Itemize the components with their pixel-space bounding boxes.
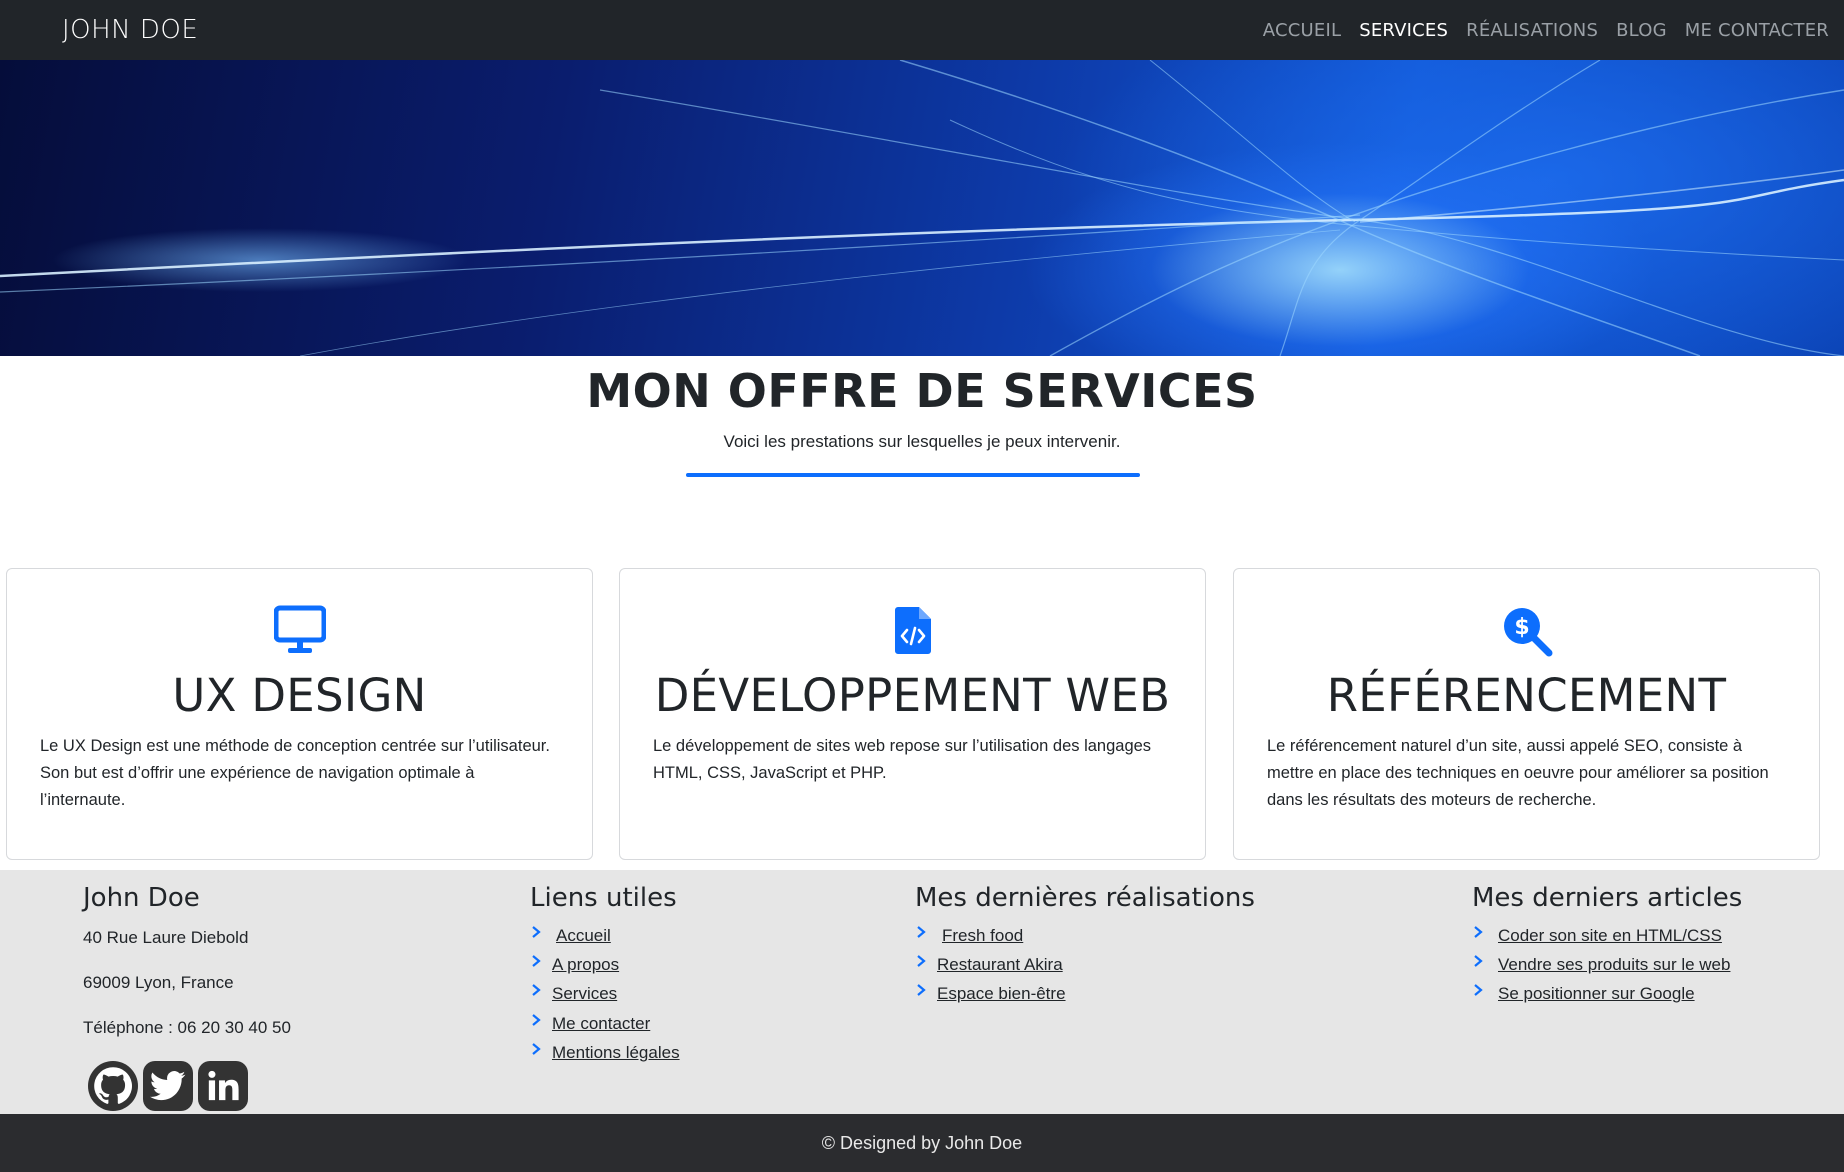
hero-banner bbox=[0, 60, 1844, 356]
chevron-right-icon bbox=[915, 984, 937, 1004]
footer-link-accueil[interactable]: Accueil bbox=[556, 926, 611, 946]
footer-realisations: Mes dernières réalisations Fresh food Re… bbox=[915, 870, 1255, 1009]
footer-link-restaurant-akira[interactable]: Restaurant Akira bbox=[937, 955, 1063, 975]
nav-item-blog[interactable]: BLOG bbox=[1607, 20, 1676, 41]
social-links bbox=[88, 1061, 248, 1111]
list-item: A propos bbox=[530, 950, 680, 979]
service-card-title: DÉVELOPPEMENT WEB bbox=[654, 669, 1171, 722]
footer-link-a-propos[interactable]: A propos bbox=[552, 955, 619, 975]
footer-address-street: 40 Rue Laure Diebold bbox=[83, 928, 249, 947]
hero-light-streaks bbox=[0, 60, 1844, 356]
github-icon[interactable] bbox=[88, 1061, 138, 1111]
chevron-right-icon bbox=[1472, 984, 1494, 1004]
service-card-text: Le référencement naturel d’un site, auss… bbox=[1267, 737, 1769, 809]
footer-links-list: Accueil A propos Services Me contacter M… bbox=[530, 921, 680, 1068]
footer: John Doe 40 Rue Laure Diebold 69009 Lyon… bbox=[0, 870, 1844, 1114]
nav-item-services[interactable]: SERVICES bbox=[1350, 20, 1457, 41]
footer-realisations-title: Mes dernières réalisations bbox=[915, 883, 1255, 913]
nav-item-accueil[interactable]: ACCUEIL bbox=[1254, 20, 1350, 41]
footer-link-coder-site[interactable]: Coder son site en HTML/CSS bbox=[1498, 926, 1722, 946]
brand-logo[interactable]: JOHN DOE bbox=[62, 15, 198, 45]
chevron-right-icon bbox=[1472, 955, 1494, 975]
copyright-bar: © Designed by John Doe bbox=[0, 1114, 1844, 1172]
nav-item-contact[interactable]: ME CONTACTER bbox=[1676, 20, 1838, 41]
footer-realisations-list: Fresh food Restaurant Akira Espace bien-… bbox=[915, 921, 1255, 1009]
page-title: MON OFFRE DE SERVICES bbox=[586, 364, 1258, 418]
service-card-text: Le UX Design est une méthode de concepti… bbox=[40, 737, 550, 809]
service-card-referencement: $ RÉFÉRENCEMENT Le référencement naturel… bbox=[1233, 568, 1820, 860]
chevron-right-icon bbox=[915, 955, 937, 975]
footer-address-city: 69009 Lyon, France bbox=[83, 973, 234, 992]
footer-contact: John Doe 40 Rue Laure Diebold 69009 Lyon… bbox=[83, 870, 291, 1038]
list-item: Accueil bbox=[530, 921, 680, 950]
page-subtitle: Voici les prestations sur lesquelles je … bbox=[723, 432, 1121, 451]
list-item: Restaurant Akira bbox=[915, 950, 1255, 979]
svg-text:$: $ bbox=[1514, 615, 1529, 640]
list-item: Fresh food bbox=[915, 921, 1255, 950]
chevron-right-icon bbox=[915, 925, 937, 946]
footer-useful-links: Liens utiles Accueil A propos Services M… bbox=[530, 870, 680, 1068]
service-card-title: RÉFÉRENCEMENT bbox=[1326, 669, 1727, 722]
list-item: Mentions légales bbox=[530, 1039, 680, 1068]
footer-contact-title: John Doe bbox=[83, 883, 200, 913]
title-divider bbox=[686, 473, 1140, 477]
footer-phone: Téléphone : 06 20 30 40 50 bbox=[83, 1018, 291, 1037]
file-code-icon bbox=[620, 605, 1205, 657]
service-card-ux-design: UX DESIGN Le UX Design est une méthode d… bbox=[6, 568, 593, 860]
footer-link-espace-bien-etre[interactable]: Espace bien-être bbox=[937, 984, 1066, 1004]
navbar: JOHN DOE ACCUEIL SERVICES RÉALISATIONS B… bbox=[0, 0, 1844, 60]
list-item: Services bbox=[530, 980, 680, 1009]
footer-articles: Mes derniers articles Coder son site en … bbox=[1472, 870, 1742, 1009]
list-item: Vendre ses produits sur le web bbox=[1472, 950, 1742, 979]
footer-link-fresh-food[interactable]: Fresh food bbox=[942, 926, 1023, 946]
chevron-right-icon bbox=[530, 925, 552, 946]
twitter-icon[interactable] bbox=[143, 1061, 193, 1111]
monitor-icon bbox=[7, 605, 592, 657]
footer-link-mentions-legales[interactable]: Mentions légales bbox=[552, 1043, 680, 1063]
footer-link-me-contacter[interactable]: Me contacter bbox=[552, 1014, 650, 1034]
chevron-right-icon bbox=[530, 1014, 552, 1034]
footer-link-se-positionner[interactable]: Se positionner sur Google bbox=[1498, 984, 1695, 1004]
service-card-title: UX DESIGN bbox=[172, 669, 427, 722]
list-item: Espace bien-être bbox=[915, 980, 1255, 1009]
footer-articles-list: Coder son site en HTML/CSS Vendre ses pr… bbox=[1472, 921, 1742, 1009]
footer-articles-title: Mes derniers articles bbox=[1472, 883, 1743, 913]
chevron-right-icon bbox=[530, 984, 552, 1004]
search-dollar-icon: $ bbox=[1234, 605, 1819, 657]
chevron-right-icon bbox=[530, 955, 552, 975]
chevron-right-icon bbox=[530, 1043, 552, 1063]
nav-item-realisations[interactable]: RÉALISATIONS bbox=[1457, 20, 1607, 41]
footer-link-vendre-produits[interactable]: Vendre ses produits sur le web bbox=[1498, 955, 1730, 975]
list-item: Coder son site en HTML/CSS bbox=[1472, 921, 1742, 950]
list-item: Se positionner sur Google bbox=[1472, 980, 1742, 1009]
service-card-developpement-web: DÉVELOPPEMENT WEB Le développement de si… bbox=[619, 568, 1206, 860]
footer-links-title: Liens utiles bbox=[530, 883, 677, 913]
linkedin-icon[interactable] bbox=[198, 1061, 248, 1111]
list-item: Me contacter bbox=[530, 1009, 680, 1038]
nav-menu: ACCUEIL SERVICES RÉALISATIONS BLOG ME CO… bbox=[1254, 20, 1838, 41]
chevron-right-icon bbox=[1472, 925, 1494, 946]
service-card-text: Le développement de sites web repose sur… bbox=[653, 737, 1152, 782]
copyright-text: © Designed by John Doe bbox=[821, 1132, 1023, 1153]
footer-link-services[interactable]: Services bbox=[552, 984, 617, 1004]
